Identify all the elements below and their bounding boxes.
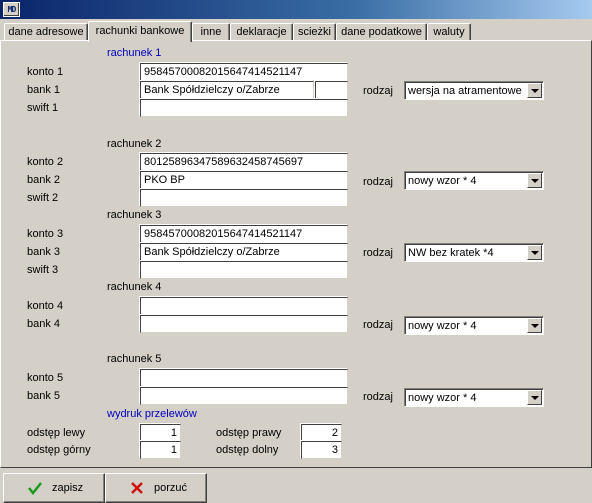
odstep-dolny-label: odstęp dolny [216, 444, 279, 456]
tab-inne[interactable]: inne [192, 23, 230, 41]
chevron-down-icon [530, 88, 539, 93]
rodzaj-5-value: nowy wzor * 4 [408, 392, 477, 404]
odstep-gorny-input[interactable]: 1 [140, 441, 181, 459]
swift-3-input[interactable] [140, 261, 348, 279]
konto-3-input[interactable]: 95845700082015647414521147 [140, 225, 348, 243]
bank-5-input[interactable] [140, 387, 348, 405]
rodzaj-2-dropdown-button[interactable] [527, 173, 542, 188]
bank-2-label: bank 2 [27, 174, 61, 186]
section-header-wydruk: wydruk przelewów [107, 408, 197, 420]
swift-2-label: swift 2 [27, 192, 59, 204]
konto-1-input[interactable]: 95845700082015647414521147 [140, 63, 348, 81]
konto-2-label: konto 2 [27, 156, 64, 168]
swift-1-input[interactable] [140, 99, 348, 117]
save-button[interactable]: zapisz [3, 473, 105, 503]
tab-strip: dane adresowe rachunki bankowe inne dekl… [0, 21, 592, 42]
app-icon: MD [3, 2, 20, 17]
rodzaj-4-dropdown-button[interactable] [527, 318, 542, 333]
title-bar: MD [0, 0, 592, 19]
odstep-prawy-input[interactable]: 2 [301, 424, 342, 442]
checkmark-icon [28, 482, 42, 495]
rodzaj-1-label: rodzaj [363, 85, 393, 97]
rodzaj-1-value: wersja na atramentowe c [408, 85, 525, 97]
konto-3-label: konto 3 [27, 228, 64, 240]
bank-1-label: bank 1 [27, 84, 61, 96]
rodzaj-2-label: rodzaj [363, 176, 393, 188]
save-button-label: zapisz [52, 482, 84, 494]
rodzaj-5-select[interactable]: nowy wzor * 4 [404, 388, 544, 407]
konto-4-input[interactable] [140, 297, 348, 315]
odstep-lewy-input[interactable]: 1 [140, 424, 181, 442]
rodzaj-3-label: rodzaj [363, 247, 393, 259]
cancel-button-label: porzuć [154, 482, 188, 494]
rodzaj-3-select[interactable]: NW bez kratek *4 [404, 243, 544, 262]
rodzaj-3-dropdown-button[interactable] [527, 245, 542, 260]
bank-2-input[interactable]: PKO BP [140, 171, 348, 189]
chevron-down-icon [530, 250, 539, 255]
konto-5-input[interactable] [140, 369, 348, 387]
rodzaj-4-select[interactable]: nowy wzor * 4 [404, 316, 544, 335]
section-header-rachunek-2: rachunek 2 [107, 138, 162, 150]
rodzaj-2-select[interactable]: nowy wzor * 4 [404, 171, 544, 190]
rodzaj-2-value: nowy wzor * 4 [408, 175, 477, 187]
tab-rachunki-bankowe[interactable]: rachunki bankowe [88, 21, 192, 42]
konto-2-input[interactable]: 80125896347589632458745697 [140, 153, 348, 171]
bank-3-label: bank 3 [27, 246, 61, 258]
rodzaj-1-select[interactable]: wersja na atramentowe c [404, 81, 544, 100]
rodzaj-5-dropdown-button[interactable] [527, 390, 542, 405]
rodzaj-3-value: NW bez kratek *4 [408, 247, 494, 259]
button-bar: zapisz porzuć [0, 471, 592, 503]
chevron-down-icon [530, 395, 539, 400]
rodzaj-4-value: nowy wzor * 4 [408, 320, 477, 332]
tab-sciezki[interactable]: scieżki [293, 23, 336, 41]
bank-3-input[interactable]: Bank Spółdzielczy o/Zabrze [140, 243, 348, 261]
rodzaj-4-label: rodzaj [363, 319, 393, 331]
odstep-lewy-label: odstęp lewy [27, 427, 86, 439]
close-icon [131, 482, 143, 494]
tab-deklaracje[interactable]: deklaracje [230, 23, 293, 41]
section-header-rachunek-4: rachunek 4 [107, 281, 162, 293]
odstep-dolny-input[interactable]: 3 [301, 441, 342, 459]
bank-4-input[interactable] [140, 315, 348, 333]
konto-4-label: konto 4 [27, 300, 64, 312]
section-header-rachunek-1: rachunek 1 [107, 47, 162, 59]
bank-4-label: bank 4 [27, 318, 61, 330]
chevron-down-icon [530, 178, 539, 183]
bank-1-input[interactable]: Bank Spółdzielczy o/Zabrze [140, 81, 314, 99]
tab-waluty[interactable]: waluty [427, 23, 471, 41]
rodzaj-1-dropdown-button[interactable] [527, 83, 542, 98]
chevron-down-icon [530, 323, 539, 328]
odstep-gorny-label: odstęp górny [27, 444, 91, 456]
section-header-rachunek-5: rachunek 5 [107, 353, 162, 365]
cancel-button[interactable]: porzuć [105, 473, 207, 503]
swift-1-label: swift 1 [27, 102, 59, 114]
swift-2-input[interactable] [140, 189, 348, 207]
odstep-prawy-label: odstęp prawy [216, 427, 282, 439]
swift-3-label: swift 3 [27, 264, 59, 276]
section-header-rachunek-3: rachunek 3 [107, 209, 162, 221]
tab-dane-podatkowe[interactable]: dane podatkowe [336, 23, 427, 41]
rodzaj-5-label: rodzaj [363, 391, 393, 403]
bank-5-label: bank 5 [27, 390, 61, 402]
tab-dane-adresowe[interactable]: dane adresowe [4, 23, 88, 41]
konto-5-label: konto 5 [27, 372, 64, 384]
bank-1-extra-input[interactable] [315, 81, 348, 99]
konto-1-label: konto 1 [27, 66, 64, 78]
